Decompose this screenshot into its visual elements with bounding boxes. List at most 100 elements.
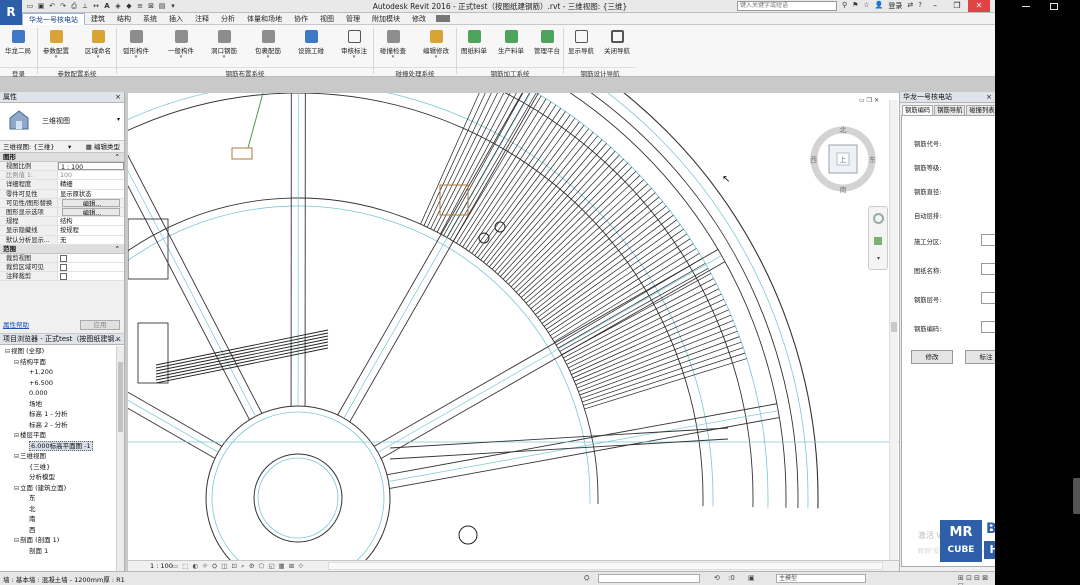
- tab-manage[interactable]: 管理: [340, 13, 366, 25]
- prop-row-crop-visible[interactable]: 裁剪区域可见: [0, 262, 124, 273]
- ribbon-btn-review-annotate[interactable]: 审核标注 ▾: [336, 27, 372, 65]
- drawing-canvas[interactable]: [128, 93, 899, 571]
- minimize-icon[interactable]: ▭: [859, 97, 865, 104]
- close-icon[interactable]: ×: [115, 334, 121, 345]
- ribbon-btn-opening-rebar[interactable]: 洞口钢筋 ▾: [206, 27, 242, 65]
- outer-maximize-icon[interactable]: [1050, 3, 1058, 10]
- instance-selector[interactable]: 三维视图: {三维} ▾ ▦ 编辑类型: [0, 141, 124, 153]
- tab-insert[interactable]: 插入: [163, 13, 189, 25]
- crop-visible-checkbox[interactable]: [60, 263, 67, 271]
- browser-tree-node[interactable]: 南: [0, 514, 115, 525]
- tab-annotate[interactable]: 注释: [189, 13, 215, 25]
- minimize-icon[interactable]: –: [924, 0, 946, 12]
- help-icon[interactable]: ?: [918, 1, 922, 11]
- annotation-crop-checkbox[interactable]: [60, 273, 67, 281]
- category-range[interactable]: 范围 ⌃: [0, 244, 124, 254]
- ribbon-btn-wrap-rebar[interactable]: 包裹配筋 ▾: [250, 27, 286, 65]
- browser-tree-node[interactable]: +6.500: [0, 378, 115, 389]
- canvas-horizontal-scrollbar[interactable]: [328, 562, 883, 570]
- prop-row-visibility-graphics[interactable]: 可见性/图形替换 编辑...: [0, 198, 124, 208]
- section-icon[interactable]: ◆: [125, 2, 133, 10]
- browser-tree-node[interactable]: ⊟结构平面: [0, 357, 115, 368]
- workset-field[interactable]: [598, 574, 700, 583]
- prop-row-graphic-display[interactable]: 图形显示选项 编辑...: [0, 207, 124, 218]
- tab-hualong[interactable]: 华龙一号核电站: [22, 12, 85, 25]
- prop-row-parts-visibility[interactable]: 零件可见性 显示原状态: [0, 189, 124, 199]
- canvas-vertical-scrollbar[interactable]: [889, 100, 898, 560]
- prop-value[interactable]: 精细: [58, 180, 124, 189]
- scrollbar-thumb[interactable]: [891, 322, 897, 332]
- category-graphics[interactable]: 图形 ⌃: [0, 153, 124, 162]
- ribbon-toggle-button[interactable]: [436, 15, 450, 22]
- browser-tree-node[interactable]: 标高 2 - 分析: [0, 420, 115, 431]
- measure-icon[interactable]: ⟂: [81, 2, 89, 10]
- chevron-down-icon[interactable]: ▾: [68, 141, 71, 153]
- browser-tree-node[interactable]: 北: [0, 504, 115, 515]
- browser-tree-node[interactable]: ⊟三维视图: [0, 451, 115, 462]
- collapse-icon[interactable]: ⌃: [115, 245, 120, 254]
- side-tab-handle[interactable]: [1073, 478, 1080, 514]
- modify-button[interactable]: 修改: [911, 350, 953, 364]
- star-icon[interactable]: ☆: [863, 1, 869, 11]
- ribbon-btn-edit-modify[interactable]: 编辑修改 ▾: [418, 27, 454, 65]
- text-icon[interactable]: A: [103, 2, 111, 10]
- edit-button[interactable]: 编辑...: [62, 207, 120, 217]
- ribbon-btn-drawing-list[interactable]: 图纸料单: [456, 27, 492, 65]
- viewcube-east[interactable]: 东: [869, 155, 876, 164]
- tab-architecture[interactable]: 建筑: [85, 13, 111, 25]
- close-icon[interactable]: ✕: [874, 97, 879, 104]
- browser-tree-node[interactable]: 西: [0, 525, 115, 536]
- save-icon[interactable]: ▣: [37, 2, 45, 10]
- ribbon-btn-clash-check[interactable]: 碰撞检查 ▾: [375, 27, 411, 65]
- edit-button[interactable]: 编辑...: [62, 198, 120, 207]
- login-button[interactable]: 登录: [888, 1, 902, 11]
- browser-tree-node[interactable]: 东: [0, 493, 115, 504]
- browser-tree-node[interactable]: 0.000: [0, 388, 115, 399]
- floor-plan-drawing[interactable]: [128, 93, 899, 571]
- tab-addins[interactable]: 附加模块: [366, 13, 406, 25]
- browser-tree-node[interactable]: {三维}: [0, 462, 115, 473]
- restore-icon[interactable]: ❐: [867, 97, 872, 104]
- prop-row-analysis-display[interactable]: 默认分析显示... 无: [0, 235, 124, 245]
- switch-windows-icon[interactable]: ▤: [158, 2, 166, 10]
- browser-tree-node[interactable]: ⊟楼层平面: [0, 430, 115, 441]
- exchange-icon[interactable]: ⇄: [907, 1, 913, 11]
- prop-row-discipline[interactable]: 规程 结构: [0, 217, 124, 227]
- chevron-down-icon[interactable]: ▾: [877, 255, 880, 262]
- prop-row-view-scale[interactable]: 视图比例 1 : 100: [0, 162, 124, 172]
- crop-view-checkbox[interactable]: [60, 254, 67, 262]
- view-scale[interactable]: 1 : 100: [150, 561, 173, 571]
- tab-view[interactable]: 视图: [314, 13, 340, 25]
- prop-value[interactable]: 结构: [58, 217, 124, 226]
- viewcube-top[interactable]: 上: [840, 155, 847, 164]
- properties-help-link[interactable]: 属性帮助: [3, 319, 29, 331]
- tab-modify[interactable]: 修改: [406, 13, 432, 25]
- prop-value[interactable]: 按规程: [58, 226, 124, 235]
- browser-tree-node[interactable]: 剖面 1: [0, 546, 115, 557]
- viewcube-south[interactable]: 南: [840, 185, 847, 194]
- browser-tree-node[interactable]: ⊟立面 (建筑立面): [0, 483, 115, 494]
- design-option-field[interactable]: 主模型: [776, 574, 866, 583]
- ribbon-btn-login[interactable]: 华龙二局: [0, 27, 36, 65]
- browser-tree-node[interactable]: 标高 1 - 分析: [0, 409, 115, 420]
- expand-toggle-icon[interactable]: ⊟: [13, 431, 20, 442]
- browser-tree-node[interactable]: 分析模型: [0, 472, 115, 483]
- steering-wheel-icon[interactable]: [873, 213, 884, 224]
- prop-value[interactable]: 无: [58, 235, 124, 244]
- print-icon[interactable]: ⎙: [70, 2, 78, 10]
- prop-row-scale-value[interactable]: 比例值 1: 100: [0, 171, 124, 181]
- sync-icon[interactable]: ⟲: [714, 574, 720, 582]
- expand-toggle-icon[interactable]: ⊟: [13, 358, 20, 369]
- prop-row-hidden-lines[interactable]: 显示隐藏线 按规程: [0, 226, 124, 236]
- search-input[interactable]: 键入关键字或短语: [737, 1, 837, 11]
- revit-app-logo[interactable]: R: [0, 0, 22, 25]
- restore-icon[interactable]: ❐: [946, 0, 968, 12]
- view-control-icons[interactable]: ▭ ⬚ ◐ ☼ ⛭ ◫ ⊡ ⌕ ⚙ ⬠ ◱ ▦ ⊠ ⟐: [172, 561, 304, 571]
- expand-toggle-icon[interactable]: ⊟: [13, 536, 20, 547]
- subscription-icon[interactable]: ⚑: [852, 1, 858, 11]
- filter-icon[interactable]: ▣: [748, 574, 755, 582]
- prop-row-crop-view[interactable]: 裁剪视图: [0, 253, 124, 263]
- close-icon[interactable]: ×: [115, 92, 121, 103]
- viewcube[interactable]: 北 南 西 东 上: [808, 124, 878, 194]
- thin-lines-icon[interactable]: ≡: [136, 2, 144, 10]
